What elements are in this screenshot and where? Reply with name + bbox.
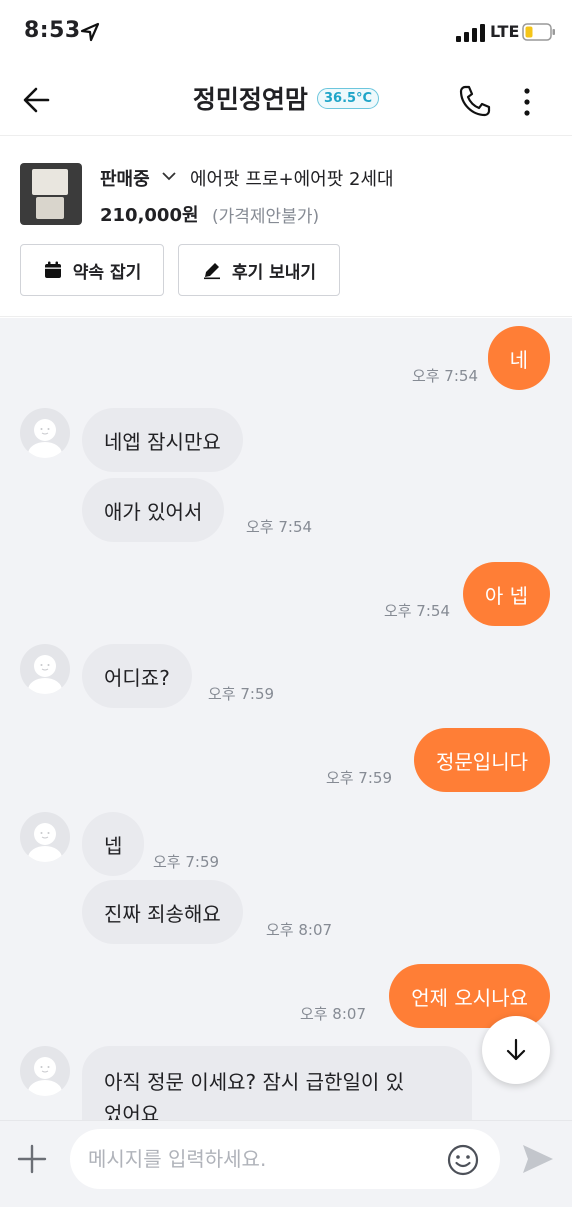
message-bubble-sent[interactable]: 정문입니다 (414, 728, 550, 792)
review-button[interactable]: 후기 보내기 (178, 244, 340, 296)
appointment-label: 약속 잡기 (72, 262, 142, 283)
avatar[interactable] (20, 812, 70, 862)
avatar[interactable] (20, 1046, 70, 1096)
default-profile-icon (28, 1057, 62, 1096)
message-text: 네엡 잠시만요 (104, 429, 221, 454)
message-time: 오후 7:54 (411, 367, 478, 385)
message-bubble-received[interactable]: 애가 있어서 (82, 478, 225, 542)
message-input-bar (0, 1120, 572, 1207)
phone-icon[interactable] (456, 82, 494, 120)
default-profile-icon (28, 655, 62, 694)
message-text: 애가 있어서 (104, 499, 203, 524)
message-bubble-sent[interactable]: 네 (487, 326, 550, 390)
battery-icon (522, 23, 555, 41)
message-time: 오후 8:07 (299, 1005, 366, 1023)
message-time: 오후 7:59 (153, 853, 220, 871)
message-bubble-received[interactable]: 어디죠? (82, 644, 192, 708)
plus-icon[interactable] (16, 1143, 48, 1175)
signal-icon (456, 24, 485, 42)
appointment-button[interactable]: 약속 잡기 (20, 244, 164, 296)
location-arrow-icon (80, 22, 100, 42)
scroll-to-bottom-button[interactable] (482, 1016, 550, 1084)
send-icon[interactable] (520, 1141, 556, 1177)
product-thumbnail[interactable] (20, 163, 82, 225)
emoji-icon[interactable] (446, 1143, 480, 1177)
arrow-down-icon (506, 1038, 526, 1061)
chat-messages[interactable]: 네 오후 7:54 네엡 잠시만요 애가 있어서 오후 7:54 아 넵 오후 … (0, 318, 572, 1120)
more-icon[interactable] (514, 84, 540, 120)
chat-partner-name[interactable]: 정민정연맘 (193, 80, 308, 116)
calendar-icon (44, 261, 61, 278)
message-text: 어디죠? (104, 665, 170, 690)
manner-temperature-badge: 36.5°C (316, 87, 380, 109)
chat-header: 정민정연맘 36.5°C (0, 64, 572, 136)
message-bubble-received[interactable]: 진짜 죄송해요 (82, 880, 243, 944)
review-label: 후기 보내기 (231, 262, 317, 283)
default-profile-icon (28, 823, 62, 862)
avatar[interactable] (20, 644, 70, 694)
network-type: LTE (490, 22, 520, 41)
message-bubble-received[interactable]: 네엡 잠시만요 (82, 408, 243, 472)
message-bubble-sent[interactable]: 아 넵 (462, 562, 550, 626)
message-text-line-2: 었어요 (104, 1102, 160, 1120)
product-name: 에어팟 프로+에어팟 2세대 (190, 169, 394, 190)
message-text: 넵 (104, 833, 123, 858)
message-time: 오후 8:07 (266, 921, 333, 939)
status-time: 8:53 (24, 18, 81, 43)
message-time: 오후 7:54 (383, 602, 450, 620)
avatar[interactable] (20, 408, 70, 458)
message-text: 진짜 죄송해요 (104, 901, 221, 926)
product-price: 210,000원 (100, 205, 199, 226)
pencil-icon (203, 263, 220, 280)
message-time: 오후 7:59 (325, 769, 392, 787)
message-time: 오후 7:54 (246, 518, 313, 536)
message-time: 오후 7:59 (208, 685, 275, 703)
message-text: 언제 오시나요 (411, 985, 528, 1010)
default-profile-icon (28, 419, 62, 458)
message-text: 정문입니다 (436, 749, 528, 774)
chevron-down-icon[interactable] (162, 171, 176, 181)
message-text: 아직 정문 이세요? 잠시 급한일이 있 (104, 1070, 405, 1094)
message-bubble-received[interactable]: 아직 정문 이세요? 잠시 급한일이 있 었어요 (82, 1046, 472, 1120)
status-bar: 8:53 LTE (0, 0, 572, 64)
message-text: 아 넵 (484, 583, 528, 608)
message-text: 네 (509, 347, 528, 372)
product-panel: 판매중 에어팟 프로+에어팟 2세대 210,000원 (가격제안불가) 약속 … (0, 137, 572, 317)
price-negotiation: (가격제안불가) (212, 207, 320, 227)
sale-status[interactable]: 판매중 (100, 165, 150, 191)
message-bubble-received[interactable]: 넵 (82, 812, 145, 876)
message-input[interactable] (70, 1129, 500, 1189)
